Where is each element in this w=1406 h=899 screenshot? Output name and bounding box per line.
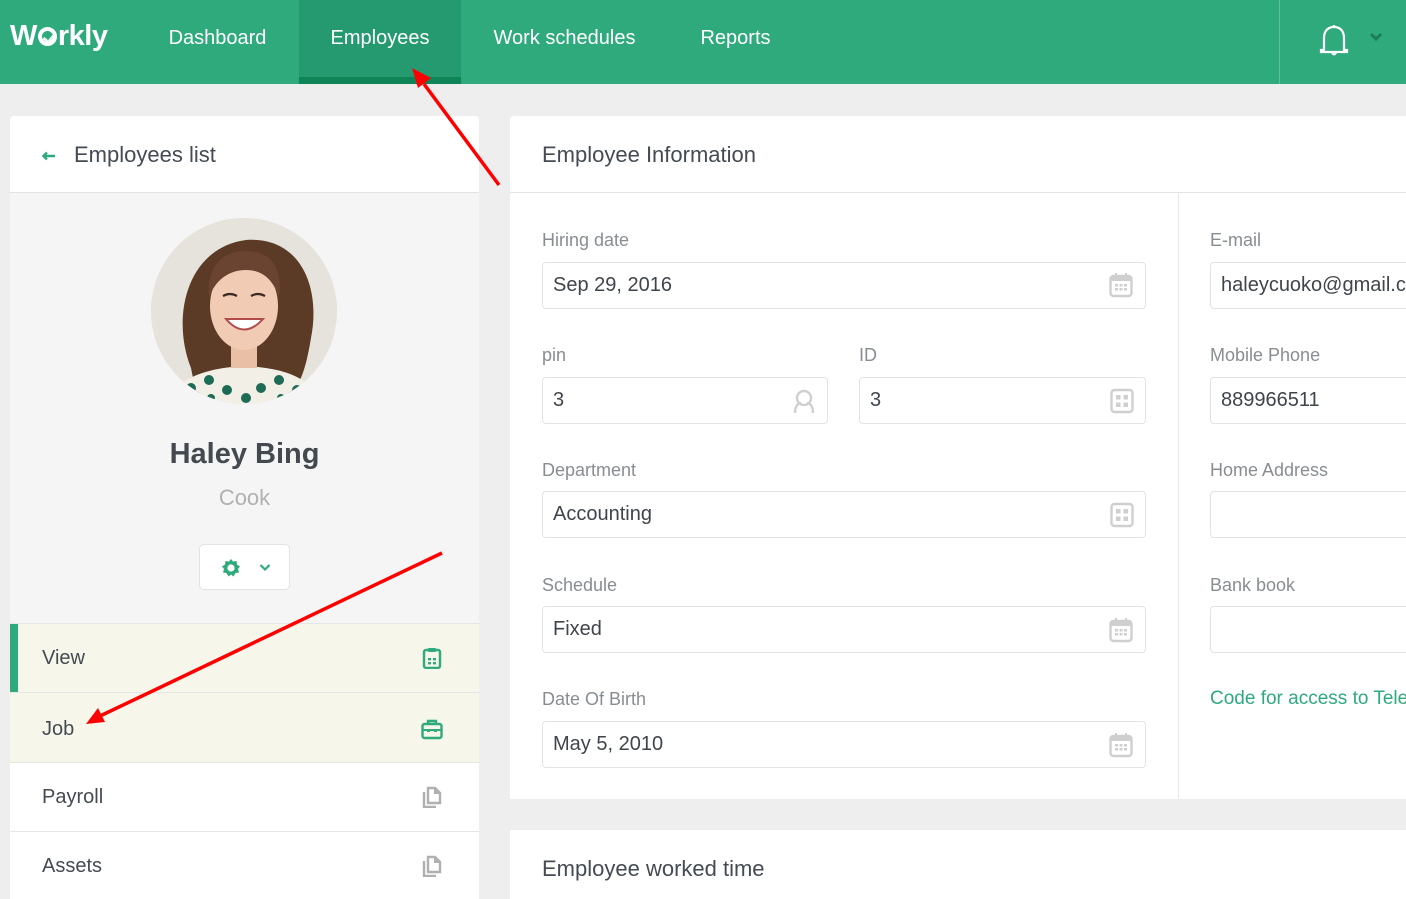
nav-reports-label: Reports xyxy=(700,27,771,49)
bank-book-label: Bank book xyxy=(1210,575,1296,595)
chevron-down-icon[interactable] xyxy=(1368,30,1384,44)
email-value: haleycuoko@gmail.com xyxy=(1221,274,1406,296)
bell-icon[interactable] xyxy=(1318,24,1350,60)
nav-employees-label: Employees xyxy=(330,27,430,49)
email-field[interactable]: haleycuoko@gmail.com xyxy=(1210,262,1406,309)
employee-profile: Haley Bing Cook xyxy=(10,193,479,623)
department-label: Department xyxy=(542,460,637,480)
schedule-value: Fixed xyxy=(553,618,602,640)
employee-name: Haley Bing xyxy=(169,438,320,470)
top-navigation-bar: Wrkly Dashboard Employees Work schedules… xyxy=(0,0,1406,84)
id-label: ID xyxy=(859,345,877,365)
department-value: Accounting xyxy=(553,503,652,525)
schedule-label: Schedule xyxy=(542,575,618,595)
calendar-icon[interactable] xyxy=(1109,272,1133,298)
nav-employees[interactable]: Employees xyxy=(299,0,461,84)
menu-item-label: Payroll xyxy=(42,786,104,808)
id-field[interactable]: 3 xyxy=(859,377,1146,424)
email-label: E-mail xyxy=(1210,230,1262,250)
employee-role: Cook xyxy=(218,485,271,510)
logo-check-icon xyxy=(37,27,57,46)
gear-icon xyxy=(222,559,240,577)
menu-item-assets[interactable]: Assets xyxy=(10,831,479,899)
mobile-phone-field[interactable]: 889966511 xyxy=(1210,377,1406,424)
hiring-date-field[interactable]: Sep 29, 2016 xyxy=(542,262,1146,309)
date-of-birth-value: May 5, 2010 xyxy=(553,733,664,755)
menu-item-label: Assets xyxy=(42,855,103,877)
nav-work-schedules-label: Work schedules xyxy=(493,27,636,49)
clipboard-icon xyxy=(422,648,442,669)
back-to-employees-list-link[interactable]: Employees list xyxy=(74,142,216,168)
calendar-icon[interactable] xyxy=(1109,732,1133,758)
avatar xyxy=(151,218,337,404)
menu-item-label: Job xyxy=(42,718,75,740)
menu-item-view[interactable]: View xyxy=(10,623,479,692)
telegram-access-code-link[interactable]: Code for access to Telegram xyxy=(1210,688,1406,710)
hiring-date-value: Sep 29, 2016 xyxy=(553,274,672,296)
card-title: Employee worked time xyxy=(542,856,765,881)
nav-dashboard-label: Dashboard xyxy=(168,27,267,49)
employees-list-header: Employees list xyxy=(10,116,479,193)
date-of-birth-field[interactable]: May 5, 2010 xyxy=(542,721,1146,768)
schedule-field[interactable]: Fixed xyxy=(542,606,1146,653)
employee-information-card: Employee Information Hiring date Sep 29,… xyxy=(510,116,1406,799)
pin-value: 3 xyxy=(553,389,565,411)
back-arrow-icon[interactable] xyxy=(42,151,56,161)
documents-icon xyxy=(422,855,442,877)
grid-icon xyxy=(1110,388,1134,414)
menu-item-payroll[interactable]: Payroll xyxy=(10,762,479,831)
user-icon xyxy=(793,389,815,414)
employee-worked-time-card: Employee worked time xyxy=(510,830,1406,899)
grid-icon[interactable] xyxy=(1110,502,1134,528)
nav-divider xyxy=(1279,0,1280,84)
bank-book-field[interactable] xyxy=(1210,606,1406,653)
department-field[interactable]: Accounting xyxy=(542,491,1146,538)
employee-actions-button[interactable] xyxy=(199,544,290,590)
employee-information-header: Employee Information xyxy=(510,116,1406,193)
menu-item-label: View xyxy=(42,647,85,669)
date-of-birth-label: Date Of Birth xyxy=(542,689,647,709)
employee-photo xyxy=(151,218,337,404)
nav-reports[interactable]: Reports xyxy=(668,0,803,84)
home-address-field[interactable] xyxy=(1210,491,1406,538)
menu-item-job[interactable]: Job xyxy=(10,692,479,762)
app-logo[interactable]: Wrkly xyxy=(10,20,108,53)
nav-dashboard[interactable]: Dashboard xyxy=(136,0,299,84)
calendar-icon[interactable] xyxy=(1109,617,1133,643)
hiring-date-label: Hiring date xyxy=(542,230,630,250)
id-value: 3 xyxy=(870,389,882,411)
nav-work-schedules[interactable]: Work schedules xyxy=(461,0,668,84)
chevron-down-icon xyxy=(259,564,271,572)
documents-icon xyxy=(422,786,442,808)
mobile-phone-label: Mobile Phone xyxy=(1210,345,1321,365)
briefcase-icon xyxy=(421,719,443,740)
home-address-label: Home Address xyxy=(1210,460,1329,480)
column-divider xyxy=(1178,193,1179,799)
mobile-phone-value: 889966511 xyxy=(1221,389,1320,411)
pin-label: pin xyxy=(542,345,567,365)
pin-field[interactable]: 3 xyxy=(542,377,828,424)
card-title: Employee Information xyxy=(542,142,756,167)
